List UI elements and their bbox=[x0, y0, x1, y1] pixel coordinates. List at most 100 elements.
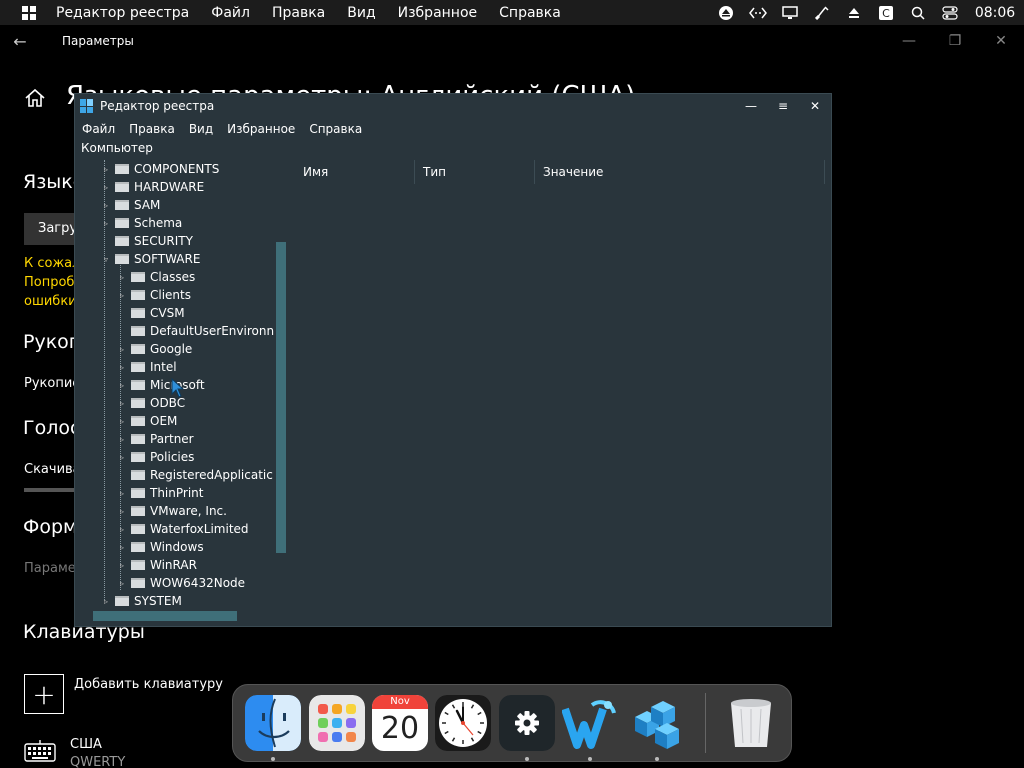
launchpad-icon[interactable] bbox=[309, 695, 365, 751]
warning-line-1: К сожал bbox=[24, 256, 81, 271]
expand-arrow-icon[interactable]: ▹ bbox=[117, 345, 127, 354]
trash-icon[interactable] bbox=[723, 695, 779, 751]
menubar-item-edit[interactable]: Правка bbox=[272, 5, 325, 21]
waterfox-icon[interactable] bbox=[562, 695, 618, 751]
folder-icon bbox=[115, 182, 129, 192]
expand-arrow-icon[interactable]: ▹ bbox=[117, 363, 127, 372]
expand-arrow-icon[interactable]: ▹ bbox=[117, 543, 127, 552]
expand-arrow-icon[interactable]: ▹ bbox=[101, 201, 111, 210]
expand-arrow-icon[interactable]: ▹ bbox=[101, 597, 111, 606]
clock-icon[interactable] bbox=[435, 695, 491, 751]
tree-node[interactable]: ▹ VMware, Inc. bbox=[120, 502, 227, 520]
calendar-icon[interactable]: Nov 20 bbox=[372, 695, 428, 751]
upload-icon[interactable] bbox=[838, 0, 870, 25]
close-button[interactable]: ✕ bbox=[978, 25, 1024, 57]
tree-node[interactable]: ▹Microsoft bbox=[120, 376, 205, 394]
tree-node[interactable]: RegisteredApplicatic bbox=[129, 466, 273, 484]
expand-arrow-icon[interactable]: ▹ bbox=[117, 561, 127, 570]
regedit-close-button[interactable]: ✕ bbox=[799, 94, 831, 118]
regedit-menu-help[interactable]: Справка bbox=[309, 119, 362, 139]
regedit-minimize-button[interactable]: — bbox=[735, 94, 767, 118]
tree-node-label: Google bbox=[150, 342, 193, 356]
regedit-maximize-button[interactable]: ≡ bbox=[767, 94, 799, 118]
menubar-item-help[interactable]: Справка bbox=[499, 5, 561, 21]
add-keyboard-plus-icon[interactable]: + bbox=[24, 674, 64, 714]
home-icon[interactable] bbox=[24, 87, 46, 109]
menubar-app-name[interactable]: Редактор реестра bbox=[56, 5, 189, 21]
regedit-menu-file[interactable]: Файл bbox=[82, 119, 115, 139]
menubar-item-file[interactable]: Файл bbox=[211, 5, 250, 21]
tree-node[interactable]: ▹ HARDWARE bbox=[104, 178, 204, 196]
tree-vertical-scrollbar[interactable] bbox=[276, 242, 286, 553]
column-name[interactable]: Имя bbox=[295, 160, 415, 184]
tree-node[interactable]: ▹ COMPONENTS bbox=[104, 160, 219, 178]
regedit-menu-favorites[interactable]: Избранное bbox=[227, 119, 295, 139]
expand-arrow-icon[interactable]: ▹ bbox=[101, 183, 111, 192]
settings-icon[interactable] bbox=[499, 695, 555, 751]
expand-arrow-icon[interactable]: ▹ bbox=[117, 435, 127, 444]
column-value[interactable]: Значение bbox=[535, 160, 825, 184]
tree-node[interactable]: ▹ Classes bbox=[120, 268, 195, 286]
tree-node[interactable]: SECURITY bbox=[113, 232, 193, 250]
regedit-menu-edit[interactable]: Правка bbox=[129, 119, 175, 139]
tree-node[interactable]: ▹ Clients bbox=[120, 286, 191, 304]
folder-icon bbox=[131, 416, 145, 426]
tree-node[interactable]: ▹ SAM bbox=[104, 196, 160, 214]
folder-icon bbox=[131, 434, 145, 444]
expand-arrow-icon[interactable]: ▹ bbox=[101, 219, 111, 228]
add-keyboard-label[interactable]: Добавить клавиатуру bbox=[74, 677, 223, 692]
expand-arrow-icon[interactable]: ▹ bbox=[117, 525, 127, 534]
expand-arrow-icon[interactable]: ▹ bbox=[117, 453, 127, 462]
code-icon[interactable] bbox=[742, 0, 774, 25]
tree-node-label: Intel bbox=[150, 360, 177, 374]
settings-window-title: Параметры bbox=[62, 34, 134, 48]
expand-arrow-icon[interactable]: ▹ bbox=[101, 165, 111, 174]
tree-horizontal-scrollbar[interactable] bbox=[93, 611, 237, 621]
tree-node[interactable]: ▿ SOFTWARE bbox=[104, 250, 200, 268]
keyboard-name[interactable]: США bbox=[70, 737, 102, 752]
finder-icon[interactable] bbox=[245, 695, 301, 751]
tree-node[interactable]: ▹ Policies bbox=[120, 448, 194, 466]
expand-arrow-icon[interactable]: ▹ bbox=[117, 417, 127, 426]
monitor-icon[interactable] bbox=[774, 0, 806, 25]
tree-node[interactable]: CVSM bbox=[129, 304, 185, 322]
expand-arrow-icon[interactable]: ▹ bbox=[117, 489, 127, 498]
c-icon[interactable]: C bbox=[870, 0, 902, 25]
minimize-button[interactable]: — bbox=[886, 25, 932, 57]
column-type[interactable]: Тип bbox=[415, 160, 535, 184]
tree-node[interactable]: ▹ Google bbox=[120, 340, 193, 358]
folder-icon bbox=[131, 578, 145, 588]
expand-arrow-icon[interactable]: ▹ bbox=[117, 507, 127, 516]
expand-arrow-icon[interactable]: ▹ bbox=[117, 291, 127, 300]
regedit-menu-view[interactable]: Вид bbox=[189, 119, 213, 139]
expand-arrow-icon[interactable]: ▹ bbox=[117, 273, 127, 282]
expand-arrow-icon[interactable]: ▹ bbox=[117, 399, 127, 408]
brush-icon[interactable] bbox=[806, 0, 838, 25]
regedit-icon[interactable] bbox=[629, 695, 685, 751]
regedit-titlebar[interactable]: Редактор реестра — ≡ ✕ bbox=[75, 94, 831, 118]
windows-logo-icon[interactable] bbox=[22, 5, 36, 20]
collapse-arrow-icon[interactable]: ▿ bbox=[101, 255, 111, 264]
tree-node[interactable]: ▹ WinRAR bbox=[120, 556, 197, 574]
expand-arrow-icon[interactable]: ▹ bbox=[117, 381, 127, 390]
tree-node[interactable]: ▹ WOW6432Node bbox=[120, 574, 245, 592]
tree-node[interactable]: ▹ Schema bbox=[104, 214, 182, 232]
search-icon[interactable] bbox=[902, 0, 934, 25]
tree-node[interactable]: ▹ Windows bbox=[120, 538, 204, 556]
menubar-item-favorites[interactable]: Избранное bbox=[398, 5, 478, 21]
tree-node[interactable]: ▹ Intel bbox=[120, 358, 177, 376]
menubar-item-view[interactable]: Вид bbox=[347, 5, 375, 21]
tree-node[interactable]: ▹ Partner bbox=[120, 430, 194, 448]
tree-node[interactable]: DefaultUserEnvironn bbox=[129, 322, 274, 340]
tree-node[interactable]: ▹ SYSTEM bbox=[104, 592, 182, 610]
toggle-icon[interactable] bbox=[934, 0, 966, 25]
back-arrow-icon[interactable]: ← bbox=[0, 32, 40, 51]
restore-button[interactable]: ❐ bbox=[932, 25, 978, 57]
tree-node[interactable]: ▹ OEM bbox=[120, 412, 177, 430]
expand-arrow-icon[interactable]: ▹ bbox=[117, 579, 127, 588]
tree-node[interactable]: ▹ ThinPrint bbox=[120, 484, 204, 502]
eject-icon[interactable] bbox=[710, 0, 742, 25]
tree-node[interactable]: ▹ WaterfoxLimited bbox=[120, 520, 249, 538]
regedit-address-bar[interactable]: Компьютер bbox=[81, 141, 153, 155]
menubar-clock[interactable]: 08:06 bbox=[966, 5, 1024, 21]
